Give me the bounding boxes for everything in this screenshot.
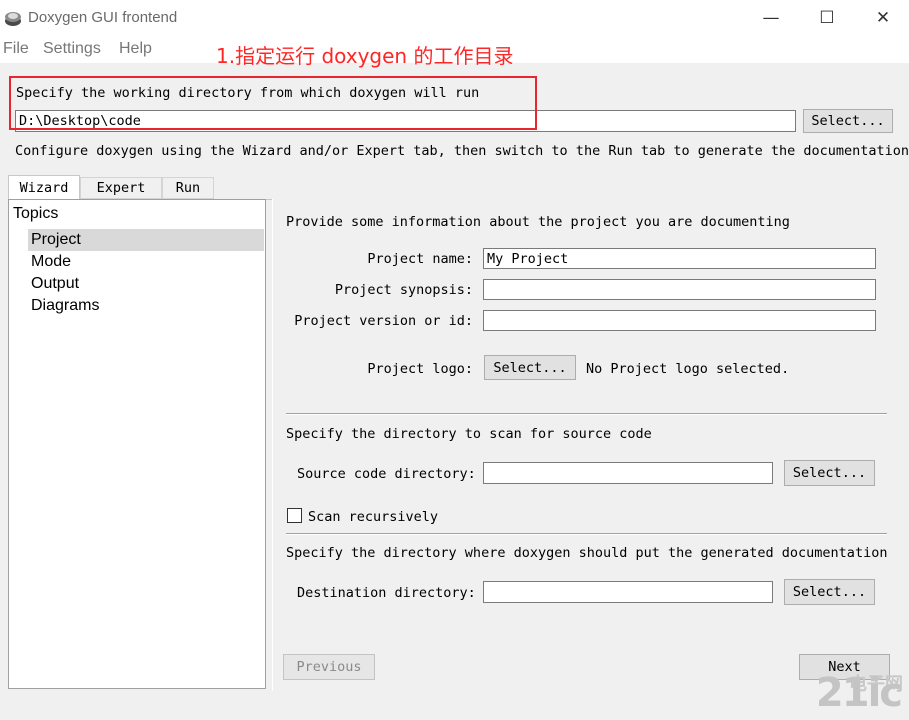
scan-recursively-checkbox[interactable] bbox=[287, 508, 302, 523]
topic-output[interactable]: Output bbox=[28, 273, 264, 295]
menu-file[interactable]: File bbox=[3, 40, 29, 58]
maximize-icon: ☐ bbox=[819, 8, 835, 28]
source-select-button[interactable]: Select... bbox=[784, 460, 875, 486]
minimize-button[interactable]: — bbox=[743, 0, 799, 36]
project-name-input[interactable]: My Project bbox=[483, 248, 876, 269]
tab-wizard[interactable]: Wizard bbox=[8, 175, 80, 200]
separator-1 bbox=[286, 413, 887, 415]
project-name-label: Project name: bbox=[367, 251, 473, 267]
tab-run[interactable]: Run bbox=[162, 177, 214, 199]
destination-dir-input[interactable] bbox=[483, 581, 773, 603]
maximize-button[interactable]: ☐ bbox=[799, 0, 855, 36]
workdir-select-button[interactable]: Select... bbox=[803, 109, 893, 133]
annotation-text: 1.指定运行 doxygen 的工作目录 bbox=[216, 44, 514, 68]
scan-recursively-label: Scan recursively bbox=[308, 509, 439, 525]
tab-expert[interactable]: Expert bbox=[80, 177, 162, 199]
close-button[interactable]: ✕ bbox=[855, 0, 909, 36]
window-title: Doxygen GUI frontend bbox=[28, 9, 178, 26]
project-logo-status: No Project logo selected. bbox=[586, 361, 790, 377]
project-version-input[interactable] bbox=[483, 310, 876, 331]
highlight-box bbox=[9, 76, 537, 130]
project-synopsis-input[interactable] bbox=[483, 279, 876, 300]
source-intro: Specify the directory to scan for source… bbox=[286, 426, 652, 442]
topic-mode[interactable]: Mode bbox=[28, 251, 264, 273]
project-logo-label: Project logo: bbox=[367, 361, 473, 377]
topic-diagrams[interactable]: Diagrams bbox=[28, 295, 264, 317]
destination-dir-label: Destination directory: bbox=[297, 585, 476, 601]
watermark-logo: 21ic bbox=[815, 670, 903, 716]
source-dir-label: Source code directory: bbox=[297, 466, 476, 482]
separator-2 bbox=[286, 533, 887, 535]
project-version-label: Project version or id: bbox=[294, 313, 473, 329]
previous-button[interactable]: Previous bbox=[283, 654, 375, 680]
wizard-content-panel bbox=[272, 199, 903, 691]
menu-help[interactable]: Help bbox=[119, 40, 152, 58]
source-dir-input[interactable] bbox=[483, 462, 773, 484]
project-logo-select-button[interactable]: Select... bbox=[484, 355, 576, 380]
destination-intro: Specify the directory where doxygen shou… bbox=[286, 545, 888, 561]
close-icon: ✕ bbox=[875, 8, 891, 28]
instructions-text: Configure doxygen using the Wizard and/o… bbox=[15, 143, 909, 159]
minimize-icon: — bbox=[762, 8, 780, 28]
doxygen-app-icon bbox=[3, 9, 23, 27]
destination-select-button[interactable]: Select... bbox=[784, 579, 875, 605]
project-intro: Provide some information about the proje… bbox=[286, 214, 790, 230]
topic-project[interactable]: Project bbox=[28, 229, 264, 251]
menu-settings[interactable]: Settings bbox=[43, 40, 101, 58]
topics-heading: Topics bbox=[13, 205, 59, 222]
project-synopsis-label: Project synopsis: bbox=[334, 282, 473, 298]
